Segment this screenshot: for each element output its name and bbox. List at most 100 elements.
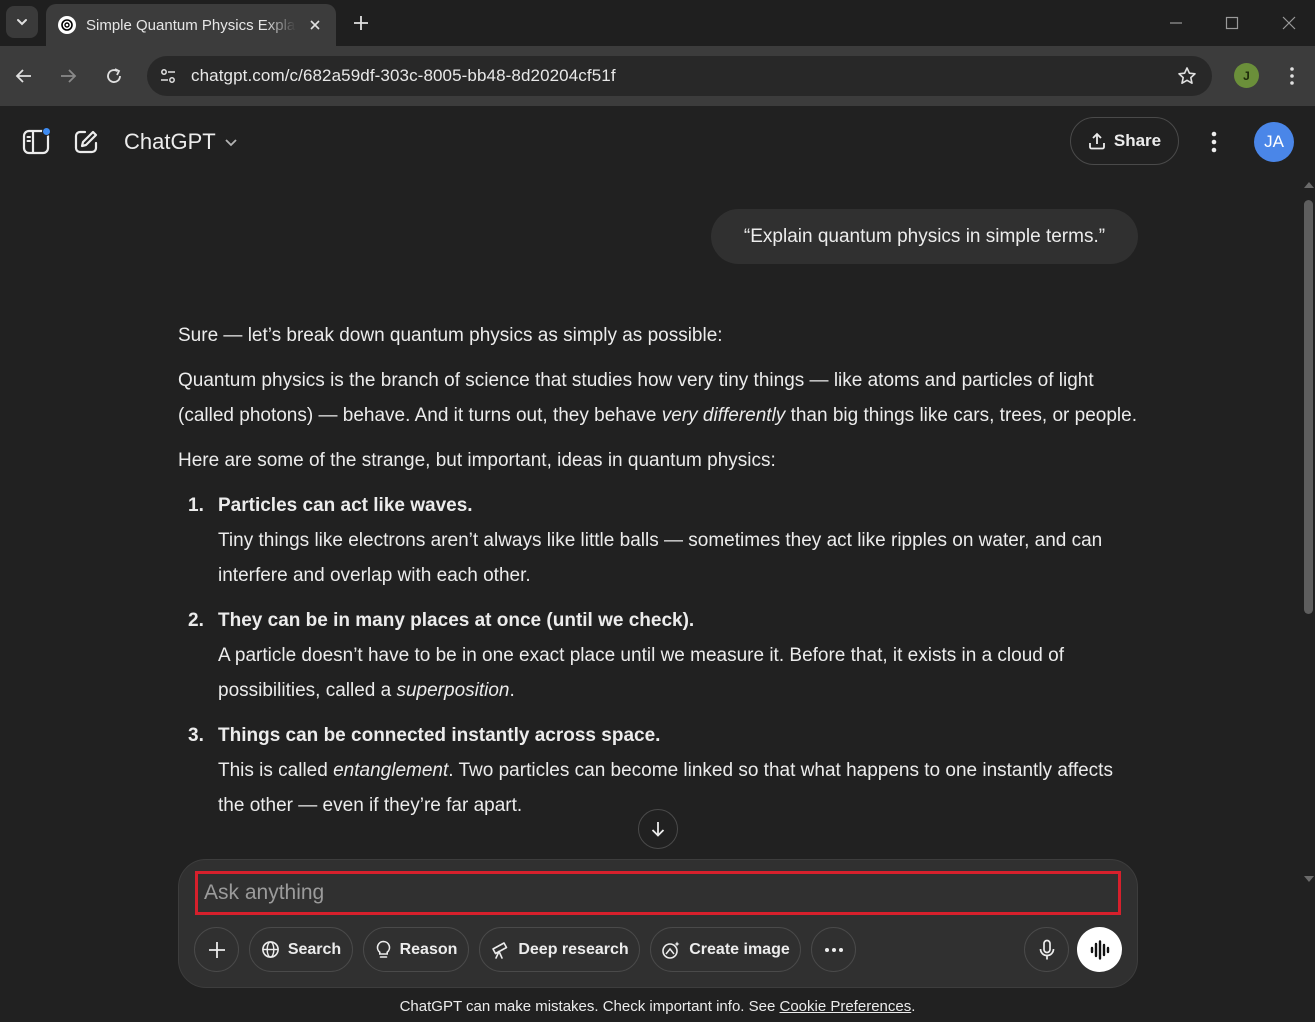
list-item-title: Things can be connected instantly across… [218, 725, 661, 746]
scroll-to-bottom-button[interactable] [638, 809, 678, 849]
share-button[interactable]: Share [1070, 117, 1179, 165]
browser-tab-bar: Simple Quantum Physics Explained [0, 0, 1315, 46]
back-button[interactable] [8, 60, 40, 92]
share-icon [1088, 132, 1105, 150]
deep-research-label: Deep research [518, 940, 629, 958]
reply-text: than big things like cars, trees, or peo… [785, 405, 1137, 426]
share-label: Share [1113, 131, 1162, 150]
list-item-title: Particles can act like waves. [218, 495, 473, 516]
reason-label: Reason [399, 940, 458, 958]
reply-paragraph: Here are some of the strange, but import… [178, 450, 776, 471]
scroll-thumb[interactable] [1304, 200, 1313, 614]
chevron-down-icon [17, 19, 27, 26]
list-item-body: Tiny things like electrons aren’t always… [218, 530, 1103, 586]
chevron-down-icon [225, 139, 237, 147]
list-item-title: They can be in many places at once (unti… [218, 610, 695, 631]
list-item-body: . [509, 680, 515, 701]
reason-button[interactable]: Reason [363, 927, 469, 972]
disclaimer-text: ChatGPT can make mistakes. Check importa… [399, 998, 780, 1015]
model-name: ChatGPT [124, 129, 216, 154]
scroll-up-arrow-icon[interactable] [1304, 182, 1314, 188]
scroll-down-arrow-icon[interactable] [1304, 876, 1314, 882]
disclaimer-end: . [911, 998, 916, 1015]
openai-logo-icon [58, 16, 76, 34]
reply-list: 1. Particles can act like waves. Tiny th… [178, 488, 1138, 823]
address-bar[interactable]: chatgpt.com/c/682a59df-303c-8005-bb48-8d… [147, 56, 1212, 96]
tab-title: Simple Quantum Physics Explained [86, 16, 296, 34]
deep-research-button[interactable]: Deep research [479, 927, 640, 972]
url-text: chatgpt.com/c/682a59df-303c-8005-bb48-8d… [191, 66, 616, 85]
user-avatar[interactable]: JA [1254, 122, 1294, 162]
plus-icon [354, 16, 368, 30]
arrow-down-icon [651, 822, 665, 837]
list-item-emphasis: entanglement [333, 760, 449, 781]
search-button[interactable]: Search [249, 927, 353, 972]
telescope-icon [492, 941, 508, 959]
notification-dot [42, 127, 51, 136]
model-selector[interactable]: ChatGPT [124, 126, 238, 158]
attach-button[interactable] [194, 927, 239, 972]
lightbulb-icon [376, 940, 390, 958]
list-item-body: This is called [218, 760, 334, 781]
close-window-button[interactable] [1274, 8, 1304, 38]
reply-paragraph: Quantum physics is the branch of science… [178, 363, 1138, 433]
waveform-icon [1090, 939, 1109, 960]
microphone-icon [1039, 939, 1054, 959]
minimize-icon [1170, 22, 1182, 24]
user-message-text: “Explain quantum physics in simple terms… [743, 225, 1106, 247]
bookmark-star-icon[interactable] [1176, 65, 1198, 87]
voice-mode-button[interactable] [1077, 927, 1122, 972]
new-tab-button[interactable] [348, 10, 374, 36]
browser-toolbar: chatgpt.com/c/682a59df-303c-8005-bb48-8d… [0, 46, 1315, 106]
toggle-sidebar-button[interactable] [20, 126, 52, 158]
list-item-body: A particle doesn’t have to be in one exa… [218, 645, 1064, 701]
arrow-left-icon [15, 69, 31, 83]
list-item: 3. Things can be connected instantly acr… [178, 718, 1138, 823]
plus-icon [208, 941, 225, 958]
forward-button[interactable] [52, 60, 84, 92]
reply-emphasis: very differently [661, 405, 786, 426]
kebab-menu-icon [1290, 67, 1294, 85]
browser-menu-button[interactable] [1282, 62, 1302, 90]
edit-icon [74, 130, 98, 154]
prompt-input-wrapper [195, 871, 1121, 915]
dictate-button[interactable] [1024, 927, 1069, 972]
reply-intro: Sure — let’s break down quantum physics … [178, 325, 723, 346]
reload-button[interactable] [98, 60, 130, 92]
disclaimer-footer: ChatGPT can make mistakes. Check importa… [0, 998, 1315, 1015]
minimize-button[interactable] [1161, 8, 1191, 38]
list-item-emphasis: superposition [396, 680, 510, 701]
list-item: 1. Particles can act like waves. Tiny th… [178, 488, 1138, 593]
list-number: 1. [188, 495, 204, 516]
globe-icon [261, 941, 279, 958]
search-label: Search [287, 940, 342, 958]
create-image-label: Create image [689, 940, 790, 958]
create-image-button[interactable]: Create image [650, 927, 801, 972]
list-item: 2. They can be in many places at once (u… [178, 603, 1138, 708]
new-chat-button[interactable] [70, 126, 102, 158]
app-header: ChatGPT Share JA [0, 106, 1315, 178]
reload-icon [107, 68, 121, 83]
list-number: 2. [188, 610, 204, 631]
close-icon [1282, 16, 1296, 30]
arrow-right-icon [61, 69, 77, 83]
prompt-input[interactable] [204, 874, 1118, 912]
more-horizontal-icon [824, 947, 843, 952]
site-settings-icon[interactable] [155, 63, 181, 89]
list-number: 3. [188, 725, 204, 746]
user-message-bubble: “Explain quantum physics in simple terms… [711, 209, 1138, 264]
assistant-reply: Sure — let’s break down quantum physics … [178, 318, 1138, 833]
kebab-menu-icon [1211, 131, 1217, 153]
browser-profile-avatar[interactable]: J [1234, 63, 1259, 88]
image-sparkle-icon [662, 941, 680, 959]
tab-close-icon[interactable] [306, 16, 324, 34]
tab-search-button[interactable] [6, 6, 38, 38]
composer: Search Reason Deep research Create image [178, 859, 1138, 988]
conversation-options-button[interactable] [1200, 126, 1228, 158]
more-tools-button[interactable] [811, 927, 856, 972]
cookie-preferences-link[interactable]: Cookie Preferences [779, 998, 911, 1015]
page-scrollbar[interactable] [1302, 178, 1315, 888]
maximize-icon [1225, 16, 1239, 30]
maximize-button[interactable] [1217, 8, 1247, 38]
browser-tab-active[interactable]: Simple Quantum Physics Explained [46, 4, 336, 46]
